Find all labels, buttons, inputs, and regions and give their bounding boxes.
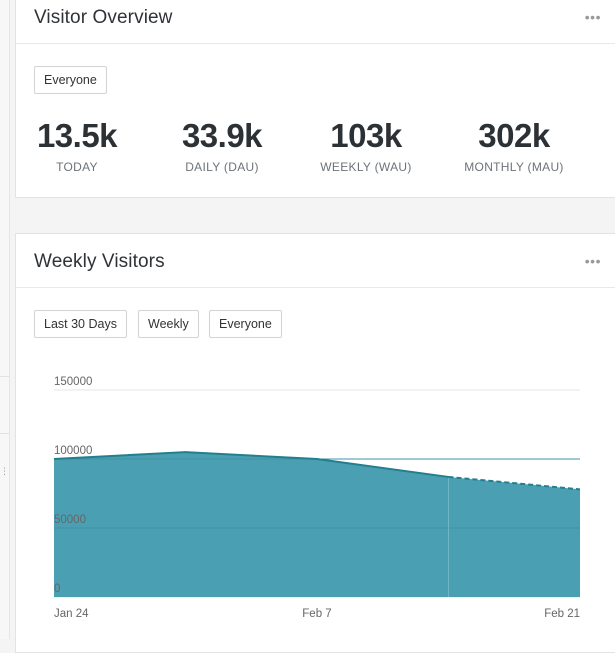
weekly-visitors-chart: 150000 100000 50000 0 Jan 24 Feb 7 Feb 21 bbox=[53, 376, 581, 620]
area-series bbox=[54, 452, 580, 597]
x-tick-label: Feb 21 bbox=[544, 608, 580, 620]
y-tick-label: 50000 bbox=[54, 514, 86, 526]
y-tick-label: 100000 bbox=[54, 445, 92, 457]
y-tick-label: 0 bbox=[54, 583, 60, 595]
x-tick-label: Jan 24 bbox=[54, 608, 89, 620]
y-tick-label: 150000 bbox=[54, 376, 92, 388]
x-tick-label: Feb 7 bbox=[302, 608, 331, 620]
